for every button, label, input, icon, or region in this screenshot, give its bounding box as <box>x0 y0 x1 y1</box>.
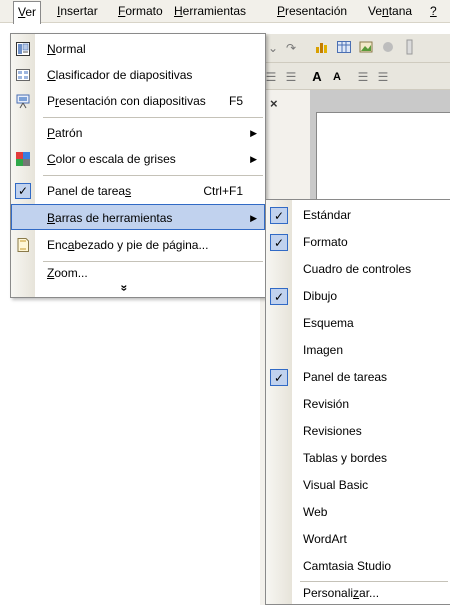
submenu-arrow-icon: ▶ <box>250 128 257 138</box>
submenu-item-esquema[interactable]: Esquema <box>266 310 450 337</box>
expand-chevron-icon: » <box>117 284 132 292</box>
menu-item-patron[interactable]: Patrón ▶ <box>11 120 265 146</box>
menu-separator <box>43 117 263 118</box>
submenu-item-tablas-bordes[interactable]: Tablas y bordes <box>266 445 450 472</box>
checkmark-icon: ✓ <box>15 183 31 199</box>
menu-insertar[interactable]: Insertar <box>53 0 102 22</box>
submenu-item-cuadro-controles[interactable]: Cuadro de controles <box>266 256 450 283</box>
increase-font-icon[interactable]: A <box>308 68 326 86</box>
close-pane-icon[interactable]: × <box>270 96 278 111</box>
menu-item-barras-herramientas[interactable]: Barras de herramientas ▶ <box>11 204 265 230</box>
slideshow-icon <box>15 93 31 109</box>
menu-ventana[interactable]: Ventana <box>364 0 416 22</box>
menu-item-normal[interactable]: Normal <box>11 36 265 62</box>
submenu-item-formato[interactable]: ✓ Formato <box>266 229 450 256</box>
menu-item-panel-tareas[interactable]: ✓ Panel de tareas Ctrl+F1 <box>11 178 265 204</box>
shortcut-f5: F5 <box>228 94 243 108</box>
redo-icon[interactable]: ↷ <box>282 39 300 57</box>
shortcut-ctrl-f1: Ctrl+F1 <box>203 184 243 198</box>
table-icon[interactable] <box>336 39 354 57</box>
formatting-toolbar: ☰ ☰ A A ☰ ☰ <box>260 63 450 90</box>
decrease-font-icon[interactable]: A <box>328 68 346 86</box>
undo-dropdown-icon[interactable]: ⌄ <box>264 39 282 57</box>
submenu-item-personalizar[interactable]: Personalizar... <box>266 580 450 607</box>
normal-view-icon <box>15 41 31 57</box>
submenu-item-web[interactable]: Web <box>266 499 450 526</box>
insert-picture-icon[interactable] <box>358 39 376 57</box>
checkmark-icon <box>270 423 288 440</box>
ver-dropdown-menu: Normal Clasificador de diapositivas Pres… <box>10 33 266 298</box>
submenu-item-wordart[interactable]: WordArt <box>266 526 450 553</box>
menu-ver[interactable]: Ver <box>13 1 42 24</box>
submenu-item-dibujo[interactable]: ✓ Dibujo <box>266 283 450 310</box>
color-grayscale-icon <box>15 151 31 167</box>
menu-item-color-grayscale[interactable]: Color o escala de grises ▶ <box>11 146 265 172</box>
checkmark-icon <box>270 558 288 575</box>
submenu-item-imagen[interactable]: Imagen <box>266 337 450 364</box>
submenu-item-visual-basic[interactable]: Visual Basic <box>266 472 450 499</box>
menu-presentacion[interactable]: Presentación <box>273 0 351 22</box>
submenu-arrow-icon: ▶ <box>250 213 257 223</box>
checkmark-icon <box>270 450 288 467</box>
menu-bar: Ver Insertar Formato Herramientas Presen… <box>0 0 450 24</box>
checkmark-icon <box>270 477 288 494</box>
checkmark-icon: ✓ <box>270 207 288 224</box>
submenu-item-camtasia[interactable]: Camtasia Studio <box>266 553 450 580</box>
submenu-item-revisiones[interactable]: Revisiones <box>266 418 450 445</box>
checkmark-icon <box>270 342 288 359</box>
checkmark-icon <box>270 531 288 548</box>
menu-item-encabezado-pie[interactable]: Encabezado y pie de página... <box>11 232 265 258</box>
barras-herramientas-submenu: ✓ Estándar ✓ Formato Cuadro de controles… <box>265 199 450 605</box>
checkmark-icon <box>270 504 288 521</box>
menu-separator <box>43 175 263 176</box>
submenu-arrow-icon: ▶ <box>250 154 257 164</box>
submenu-item-panel-tareas[interactable]: ✓ Panel de tareas <box>266 364 450 391</box>
menu-herramientas[interactable]: Herramientas <box>170 0 250 22</box>
menu-item-slideshow[interactable]: Presentación con diapositivas F5 <box>11 88 265 114</box>
menu-formato[interactable]: Formato <box>114 0 167 22</box>
menu-help[interactable]: ? <box>426 0 441 22</box>
decrease-indent-icon[interactable]: ☰ <box>354 68 372 86</box>
checkmark-icon: ✓ <box>270 288 288 305</box>
menu-separator <box>43 261 263 262</box>
color-icon[interactable] <box>380 39 398 57</box>
menu-item-slide-sorter[interactable]: Clasificador de diapositivas <box>11 62 265 88</box>
toolbar-more-icon[interactable] <box>406 39 424 57</box>
header-footer-icon <box>15 237 31 253</box>
checkmark-icon <box>270 396 288 413</box>
increase-indent-icon[interactable]: ☰ <box>374 68 392 86</box>
standard-toolbar: ⌄ ↷ <box>260 34 450 63</box>
checkmark-icon <box>270 315 288 332</box>
chart-icon[interactable] <box>314 39 332 57</box>
checkmark-icon: ✓ <box>270 234 288 251</box>
menu-expand-button[interactable]: » <box>11 280 265 296</box>
submenu-item-estandar[interactable]: ✓ Estándar <box>266 202 450 229</box>
checkmark-icon <box>270 261 288 278</box>
bullet-list-icon[interactable]: ☰ <box>282 68 300 86</box>
slide-sorter-icon <box>15 67 31 83</box>
submenu-item-revision[interactable]: Revisión <box>266 391 450 418</box>
checkmark-icon: ✓ <box>270 369 288 386</box>
